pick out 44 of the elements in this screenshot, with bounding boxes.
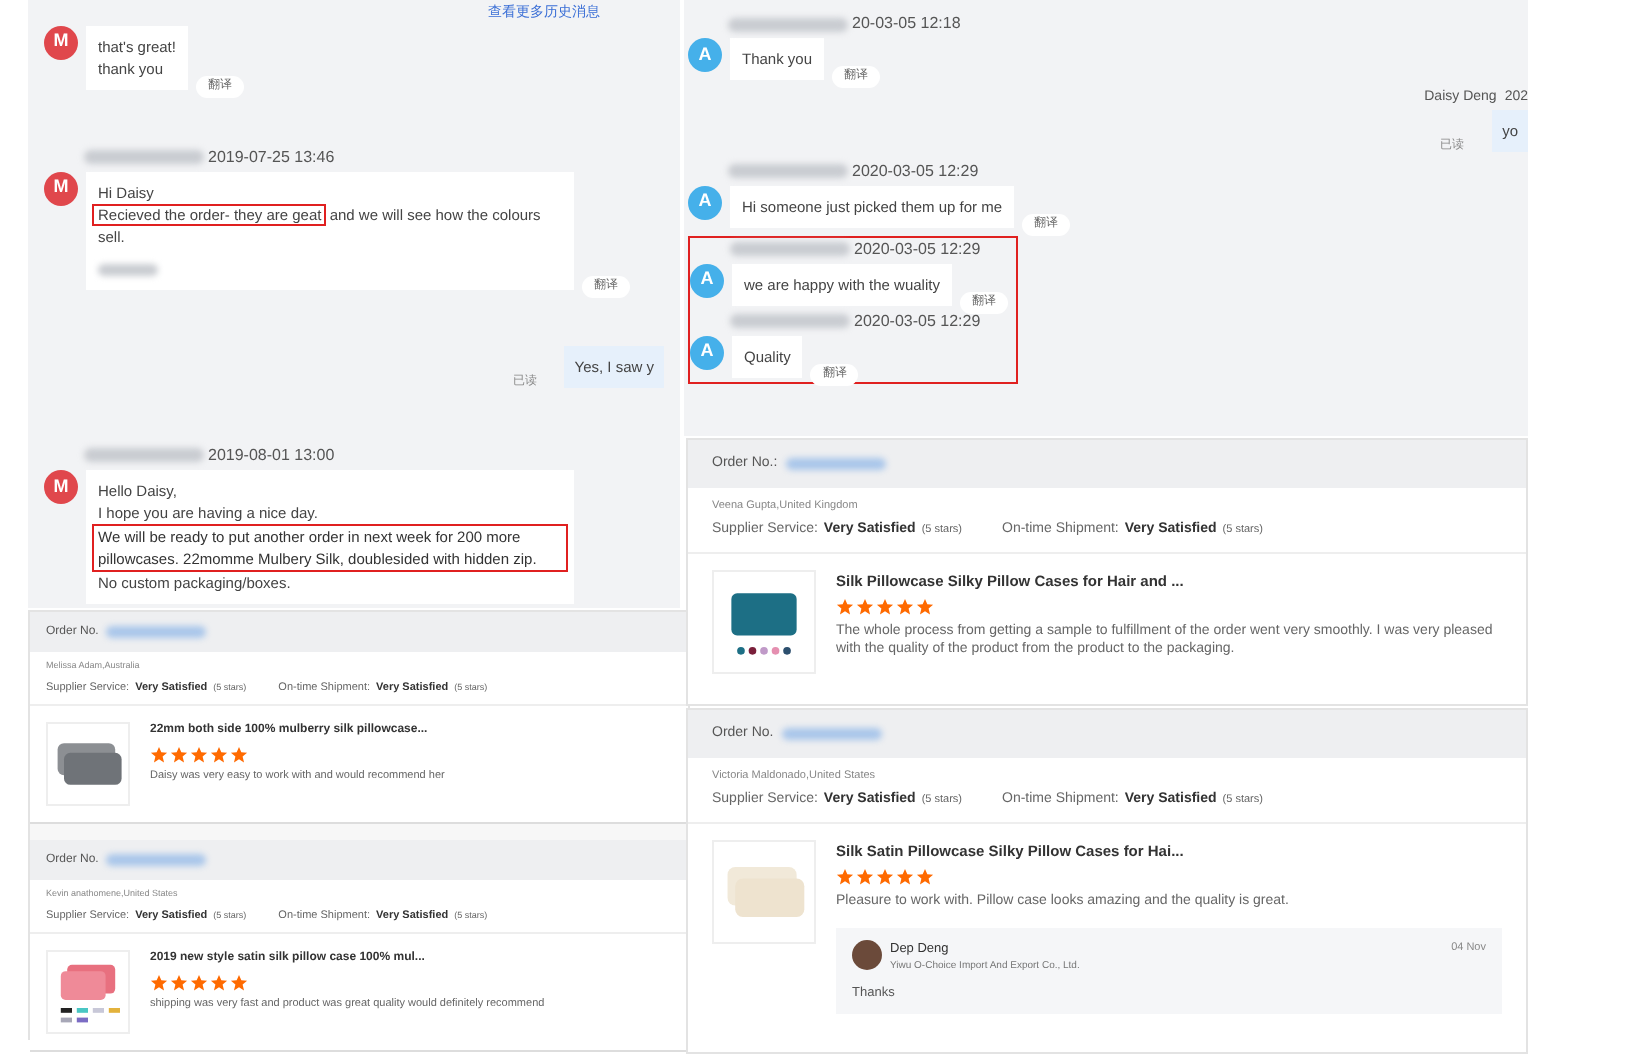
star-icon <box>190 746 208 764</box>
avatar: A <box>688 38 722 72</box>
star-icon <box>150 974 168 992</box>
star-icon <box>210 746 228 764</box>
star-icon <box>916 598 934 616</box>
star-icon <box>150 746 168 764</box>
star-icon <box>856 868 874 886</box>
star-icon <box>896 868 914 886</box>
star-icon <box>836 598 854 616</box>
star-icon <box>230 974 248 992</box>
star-icon <box>210 974 228 992</box>
star-icon <box>190 974 208 992</box>
star-icon <box>876 598 894 616</box>
avatar: A <box>690 335 724 369</box>
timestamp: 2020-03-05 12:29 <box>852 159 979 183</box>
blurred-name <box>728 17 848 31</box>
blurred-order-number <box>106 854 207 866</box>
blurred-name <box>84 448 204 463</box>
blurred-name <box>730 242 850 256</box>
blurred-name <box>728 164 848 178</box>
avatar: A <box>690 263 724 297</box>
timestamp: 2019-08-01 13:00 <box>208 443 335 468</box>
avatar: M <box>44 171 78 206</box>
star-icon <box>856 598 874 616</box>
star-icon <box>836 868 854 886</box>
star-icon <box>170 974 188 992</box>
star-icon <box>876 868 894 886</box>
blurred-order-number <box>785 458 886 470</box>
timestamp: 2020-03-05 12:29 <box>854 309 981 333</box>
timestamp: 20-03-05 12:18 <box>852 12 961 36</box>
star-icon <box>170 746 188 764</box>
star-icon <box>896 598 914 616</box>
star-icon <box>230 746 248 764</box>
star-icon <box>916 868 934 886</box>
blurred-order-number <box>781 728 882 740</box>
blurred-order-number <box>106 626 207 638</box>
avatar: M <box>44 469 78 504</box>
blurred-name <box>84 150 204 165</box>
avatar: A <box>688 185 722 219</box>
timestamp: 2019-07-25 13:46 <box>208 145 335 170</box>
blurred-name <box>730 314 850 328</box>
avatar: M <box>44 25 78 59</box>
avatar <box>852 940 882 971</box>
timestamp: 2020-03-05 12:29 <box>854 237 981 261</box>
